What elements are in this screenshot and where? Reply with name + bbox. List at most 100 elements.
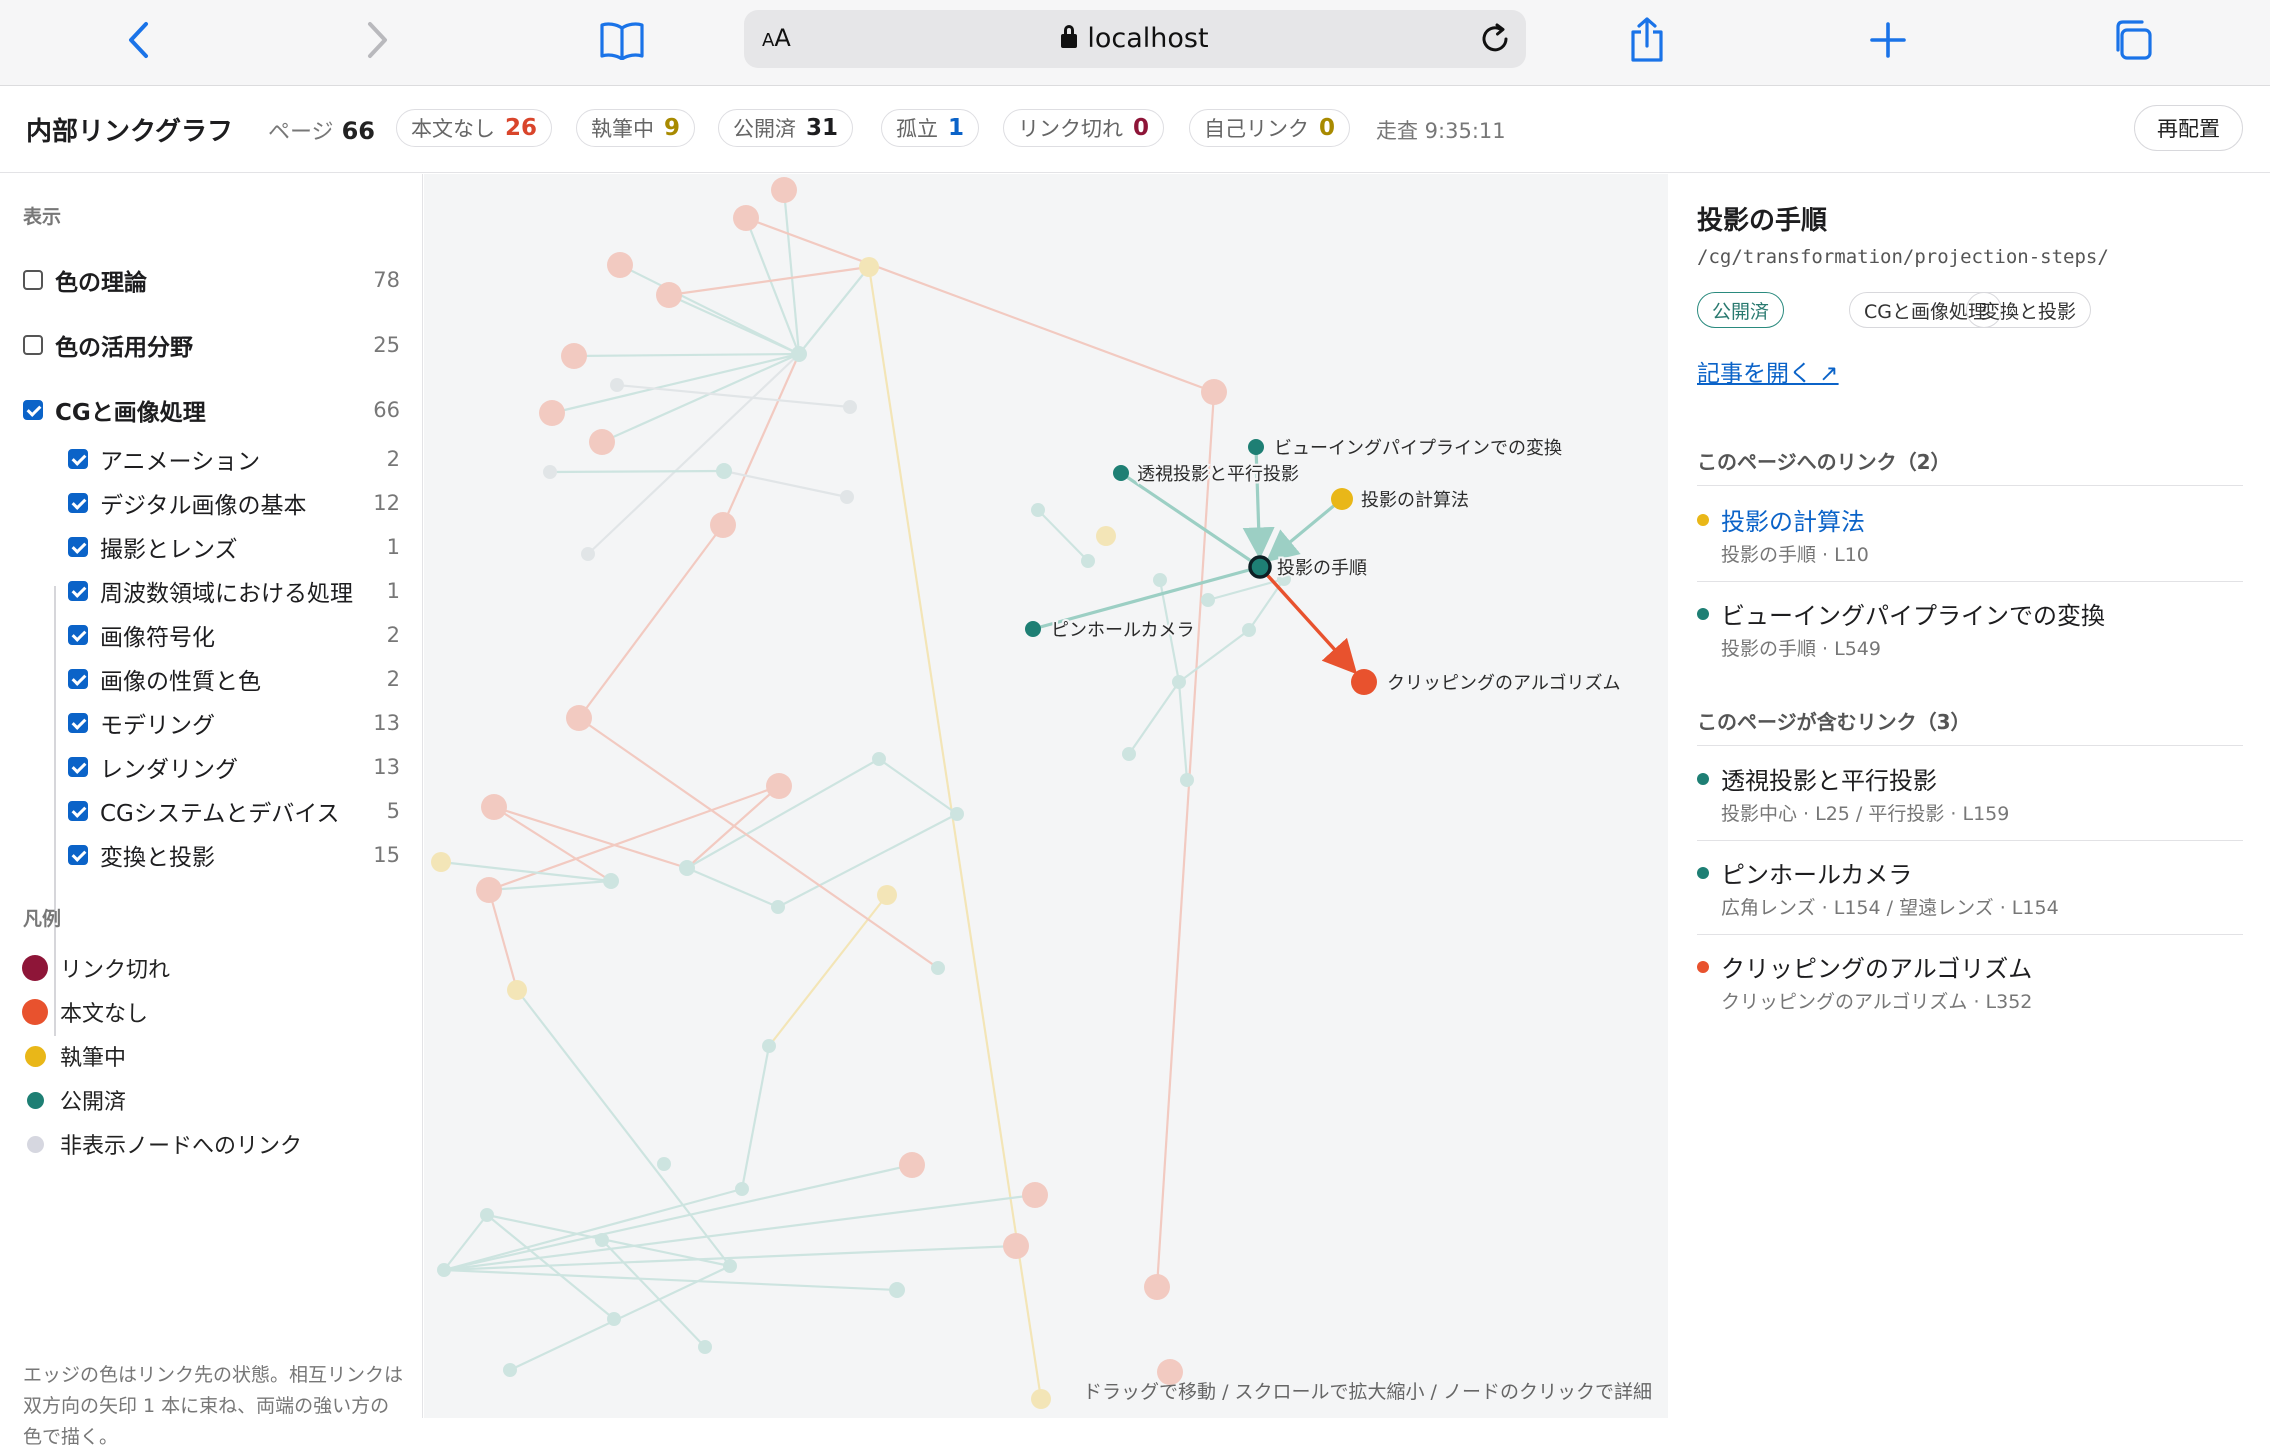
graph-node[interactable] — [840, 490, 854, 504]
graph-node[interactable] — [1025, 621, 1041, 637]
subcategory-filter-row[interactable]: 周波数領域における処理 1 — [68, 575, 400, 607]
subcategory-checkbox[interactable] — [68, 845, 88, 865]
subcategory-filter-row[interactable]: 画像の性質と色 2 — [68, 663, 400, 695]
link-list-item[interactable]: ビューイングパイプラインでの変換 投影の手順 · L549 — [1697, 596, 2243, 676]
graph-node[interactable] — [889, 1282, 905, 1298]
isolated-pill[interactable]: 孤立 1 — [881, 109, 980, 147]
graph-node[interactable] — [872, 752, 886, 766]
category-filter-row[interactable]: 色の活用分野 25 — [23, 329, 400, 361]
new-tab-icon[interactable] — [1858, 14, 1918, 66]
graph-node-label[interactable]: 透視投影と平行投影 — [1135, 462, 1301, 487]
address-bar[interactable]: AA localhost — [744, 10, 1526, 68]
graph-node[interactable] — [1153, 573, 1167, 587]
graph-node-label[interactable]: ビューイングパイプラインでの変換 — [1272, 436, 1564, 461]
subcategory-filter-row[interactable]: 撮影とレンズ 1 — [68, 531, 400, 563]
graph-node[interactable] — [543, 465, 557, 479]
subcategory-filter-row[interactable]: アニメーション 2 — [68, 443, 400, 475]
graph-node[interactable] — [1081, 554, 1095, 568]
published-pill[interactable]: 公開済 31 — [718, 109, 854, 147]
graph-node[interactable] — [1248, 439, 1264, 455]
graph-node-label[interactable]: 投影の計算法 — [1359, 488, 1471, 513]
graph-node[interactable] — [595, 1233, 609, 1247]
graph-node[interactable] — [710, 512, 736, 538]
graph-node[interactable] — [503, 1363, 517, 1377]
graph-node[interactable] — [1351, 669, 1377, 695]
subcategory-filter-row[interactable]: 変換と投影 15 — [68, 839, 400, 871]
graph-node[interactable] — [679, 860, 695, 876]
graph-node[interactable] — [771, 177, 797, 203]
graph-node[interactable] — [1031, 503, 1045, 517]
graph-node[interactable] — [603, 873, 619, 889]
graph-node[interactable] — [950, 807, 964, 821]
graph-node[interactable] — [723, 1259, 737, 1273]
drafting-pill[interactable]: 執筆中 9 — [576, 109, 696, 147]
linked-page-name[interactable]: 投影の計算法 — [1721, 502, 1865, 537]
subcategory-filter-row[interactable]: CGシステムとデバイス 5 — [68, 795, 400, 827]
subcategory-checkbox[interactable] — [68, 537, 88, 557]
link-list-item[interactable]: クリッピングのアルゴリズム クリッピングのアルゴリズム · L352 — [1697, 949, 2243, 1029]
share-icon[interactable] — [1617, 14, 1677, 66]
graph-node[interactable] — [656, 282, 682, 308]
subcategory-filter-row[interactable]: 画像符号化 2 — [68, 619, 400, 651]
link-list-item[interactable]: 透視投影と平行投影 投影中心 · L25 / 平行投影 · L159 — [1697, 761, 2243, 841]
graph-node-selected[interactable] — [1248, 555, 1272, 579]
graph-node[interactable] — [1242, 623, 1256, 637]
linked-page-name[interactable]: クリッピングのアルゴリズム — [1721, 949, 2032, 984]
open-article-link[interactable]: 記事を開く ↗ — [1697, 354, 1839, 388]
bookmarks-icon[interactable] — [592, 14, 652, 66]
graph-node[interactable] — [1201, 379, 1227, 405]
graph-node[interactable] — [607, 252, 633, 278]
category-checkbox[interactable] — [23, 335, 43, 355]
graph-node[interactable] — [437, 1263, 451, 1277]
graph-node[interactable] — [735, 1182, 749, 1196]
graph-node[interactable] — [698, 1340, 712, 1354]
link-list-item[interactable]: ピンホールカメラ 広角レンズ · L154 / 望遠レンズ · L154 — [1697, 855, 2243, 935]
graph-node[interactable] — [1172, 675, 1186, 689]
subcategory-checkbox[interactable] — [68, 581, 88, 601]
subcategory-checkbox[interactable] — [68, 713, 88, 733]
graph-node[interactable] — [762, 1039, 776, 1053]
broken-links-pill[interactable]: リンク切れ 0 — [1003, 109, 1165, 147]
graph-node[interactable] — [1144, 1274, 1170, 1300]
graph-node[interactable] — [766, 773, 792, 799]
graph-node[interactable] — [843, 400, 857, 414]
graph-node[interactable] — [791, 346, 807, 362]
graph-node[interactable] — [431, 852, 451, 872]
graph-node[interactable] — [931, 961, 945, 975]
graph-node[interactable] — [1180, 773, 1194, 787]
graph-node[interactable] — [859, 257, 879, 277]
graph-node[interactable] — [507, 980, 527, 1000]
graph-node[interactable] — [1003, 1233, 1029, 1259]
graph-node[interactable] — [589, 429, 615, 455]
reload-icon[interactable] — [1478, 22, 1512, 60]
category-checkbox[interactable] — [23, 270, 43, 290]
graph-node[interactable] — [610, 378, 624, 392]
graph-node[interactable] — [607, 1312, 621, 1326]
graph-node[interactable] — [1201, 593, 1215, 607]
forward-icon[interactable] — [348, 14, 408, 66]
back-icon[interactable] — [108, 14, 168, 66]
graph-node[interactable] — [476, 877, 502, 903]
graph-node[interactable] — [1022, 1182, 1048, 1208]
subcategory-checkbox[interactable] — [68, 669, 88, 689]
graph-node-label[interactable]: 投影の手順 — [1275, 556, 1369, 581]
subcategory-filter-row[interactable]: デジタル画像の基本 12 — [68, 487, 400, 519]
graph-node[interactable] — [480, 1208, 494, 1222]
relayout-button[interactable]: 再配置 — [2134, 105, 2243, 151]
subcategory-checkbox[interactable] — [68, 757, 88, 777]
no-body-pill[interactable]: 本文なし 26 — [396, 109, 553, 147]
graph-node[interactable] — [877, 885, 897, 905]
subcategory-checkbox[interactable] — [68, 625, 88, 645]
graph-node[interactable] — [733, 205, 759, 231]
graph-node[interactable] — [1122, 747, 1136, 761]
graph-node[interactable] — [716, 463, 732, 479]
graph-node-label[interactable]: クリッピングのアルゴリズム — [1385, 671, 1622, 696]
graph-node[interactable] — [657, 1157, 671, 1171]
subcategory-checkbox[interactable] — [68, 493, 88, 513]
graph-node-label[interactable]: ピンホールカメラ — [1049, 618, 1196, 643]
graph-node[interactable] — [566, 705, 592, 731]
category-filter-row[interactable]: 色の理論 78 — [23, 264, 400, 296]
graph-node[interactable] — [581, 547, 595, 561]
graph-node[interactable] — [899, 1152, 925, 1178]
category-checkbox[interactable] — [23, 400, 43, 420]
